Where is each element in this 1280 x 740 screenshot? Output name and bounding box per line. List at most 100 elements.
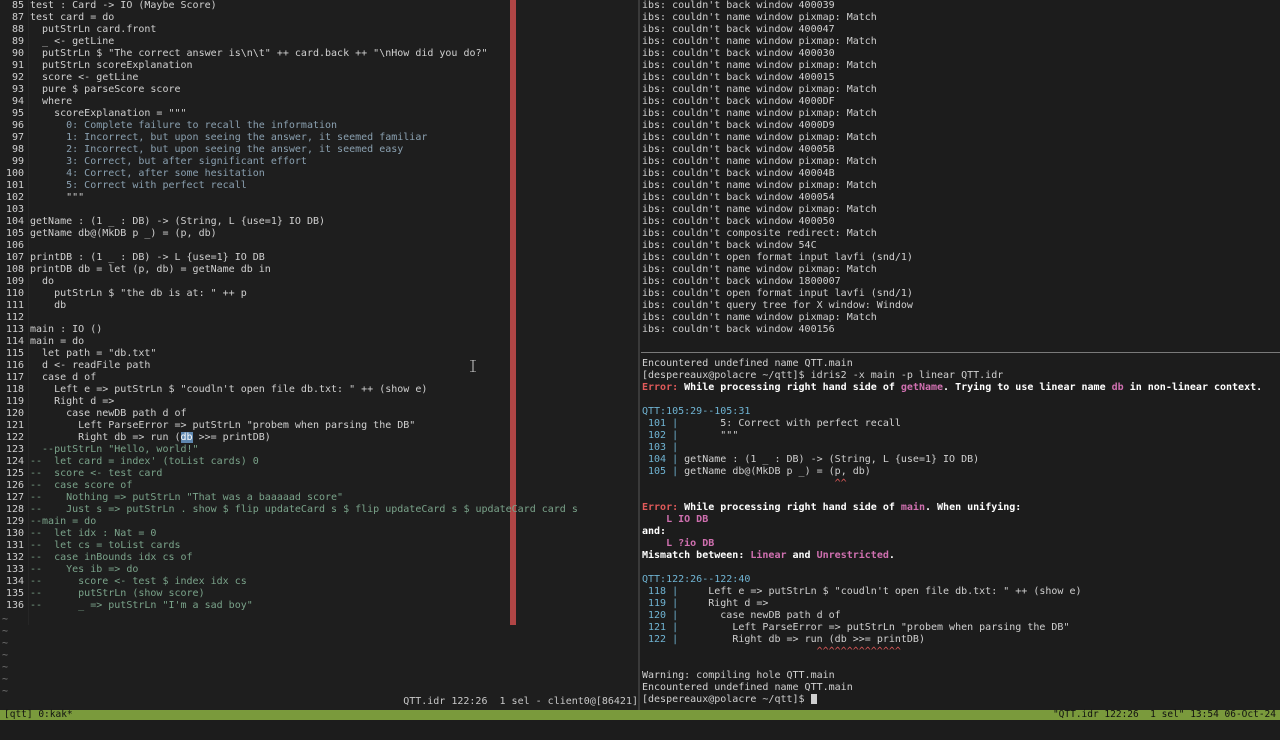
code-line[interactable]: 97 1: Incorrect, but upon seeing the ans… [0, 132, 427, 144]
editor-pane[interactable]: 85 test : Card -> IO (Maybe Score) 87 test … [0, 0, 638, 710]
line-number: 101 [5, 180, 24, 191]
line-number: 99 [11, 156, 24, 167]
mismatch-message: Mismatch between: Linear and Unrestricte… [642, 550, 895, 562]
code-line[interactable]: 115 let path = "db.txt" [0, 348, 157, 360]
code-line[interactable]: 126 -- case score of [0, 480, 132, 492]
code-line[interactable]: 121 Left ParseError => putStrLn "probem … [0, 420, 415, 432]
mismatch-text: Mismatch between: [642, 550, 751, 561]
code-line[interactable]: 125 -- score <- test card [0, 468, 163, 480]
code-line[interactable]: 100 4: Correct, after some hesitation [0, 168, 265, 180]
line-number: 98 [11, 144, 24, 155]
code-line[interactable]: 109 do [0, 276, 54, 288]
snippet-code: Left e => putStrLn $ "coudln't open file… [684, 586, 1082, 597]
code-line[interactable]: 99 3: Correct, but after significant eff… [0, 156, 307, 168]
snippet-line-number: 121 | [642, 622, 685, 633]
error-variable-name: db [1111, 382, 1124, 393]
snippet-code: case newDB path d of [684, 610, 841, 621]
terminal-output-line: ibs: couldn't name window pixmap: Match [642, 36, 877, 47]
tmux-status-right: "QTT.idr 122:26 1 sel" 13:54 06-Oct-24 [1052, 709, 1276, 720]
undefined-name-message: Encountered undefined name QTT.main [642, 358, 853, 369]
code-line[interactable]: 96 0: Complete failure to recall the inf… [0, 120, 337, 132]
code-line[interactable]: 94 where [0, 96, 72, 108]
code-line[interactable]: 136 -- _ => putStrLn "I'm a sad boy" [0, 600, 253, 612]
code-text: -- score <- test card [30, 468, 163, 479]
code-text: putStrLn $ "The correct answer is\n\t" +… [30, 48, 488, 59]
code-line[interactable]: 101 5: Correct with perfect recall [0, 180, 247, 192]
code-line[interactable]: 92 score <- getLine [0, 72, 138, 84]
mismatch-linear: Linear [750, 550, 787, 561]
code-text: scoreExplanation = """ [30, 108, 187, 119]
line-number: 130 [5, 528, 24, 539]
code-text: Right db => run (db >>= printDB) [30, 432, 271, 443]
code-line[interactable]: 89 _ <- getLine [0, 36, 114, 48]
terminal-output-line: ibs: couldn't name window pixmap: Match [642, 180, 877, 191]
code-line[interactable]: 107 printDB : (1 _ : DB) -> L {use=1} IO … [0, 252, 265, 264]
terminal-bottom-pane[interactable]: Encountered undefined name QTT.main [des… [641, 356, 1280, 710]
code-line[interactable]: 114 main = do [0, 336, 84, 348]
code-line[interactable]: 124 -- let card = index' (toList cards) 0 [0, 456, 259, 468]
line-number: 119 [5, 396, 24, 407]
code-line[interactable]: 130 -- let idx : Nat = 0 [0, 528, 157, 540]
code-line[interactable]: 105 getName db@(MkDB p _) = (p, db) [0, 228, 217, 240]
code-line[interactable]: 95 scoreExplanation = """ [0, 108, 187, 120]
code-line[interactable]: 131 -- let cs = toList cards [0, 540, 181, 552]
terminal-output-line: ibs: couldn't name window pixmap: Match [642, 60, 877, 71]
code-text: 3: Correct, but after significant effort [30, 156, 307, 167]
line-number: 116 [5, 360, 24, 371]
code-text: putStrLn card.front [30, 24, 157, 35]
snippet-line-number: 119 | [642, 598, 685, 609]
line-number: 120 [5, 408, 24, 419]
terminal-output-line: ibs: couldn't name window pixmap: Match [642, 264, 877, 275]
code-text: getName db@(MkDB p _) = (p, db) [30, 228, 217, 239]
code-line[interactable]: 85 test : Card -> IO (Maybe Score) [0, 0, 217, 12]
tmux-session-window[interactable]: [qtt] 0:kak* [4, 710, 73, 720]
terminal-top-pane[interactable]: ibs: couldn't back window 400039 ibs: cou… [641, 0, 1280, 345]
code-line[interactable]: 111 db [0, 300, 66, 312]
code-line[interactable]: 102 """ [0, 192, 84, 204]
code-line[interactable]: 119 Right d => [0, 396, 114, 408]
snippet-line: 121 | Left ParseError => putStrLn "probe… [642, 622, 1069, 634]
terminal-output-line: ibs: couldn't back window 400156 [642, 324, 835, 335]
code-line[interactable]: 113 main : IO () [0, 324, 102, 336]
code-line[interactable]: 133 -- Yes ib => do [0, 564, 138, 576]
code-line[interactable]: 132 -- case inBounds idx cs of [0, 552, 193, 564]
error-text: . Trying to use linear name [943, 382, 1112, 393]
horizontal-split[interactable] [641, 352, 1280, 353]
code-line[interactable]: 122 Right db => run (db >>= printDB) [0, 432, 271, 444]
pane-divider[interactable] [638, 0, 640, 710]
code-line[interactable]: 134 -- score <- test $ index idx cs [0, 576, 247, 588]
code-line[interactable]: 118 Left e => putStrLn $ "coudln't open … [0, 384, 427, 396]
line-number: 115 [5, 348, 24, 359]
code-line[interactable]: 116 d <- readFile path [0, 360, 150, 372]
code-line[interactable]: 123 --putStrLn "Hello, world!" [0, 444, 199, 456]
snippet-line: 103 | [642, 442, 684, 454]
code-line[interactable]: 120 case newDB path d of [0, 408, 187, 420]
code-line[interactable]: 103 [0, 204, 30, 216]
code-line[interactable]: 88 putStrLn card.front [0, 24, 156, 36]
code-line[interactable]: 117 case d of [0, 372, 96, 384]
code-line[interactable]: 108 printDB db = let (p, db) = getName db… [0, 264, 271, 276]
code-line[interactable]: 110 putStrLn $ "the db is at: " ++ p [0, 288, 247, 300]
code-line[interactable]: 128 -- Just s => putStrLn . show $ flip u… [0, 504, 578, 516]
snippet-line: 122 | Right db => run (db >>= printDB) [642, 634, 925, 646]
code-line[interactable]: 106 [0, 240, 30, 252]
error-text: in non-linear context. [1123, 382, 1263, 393]
snippet-line-number: 104 | [642, 454, 685, 465]
snippet-line: 102 | """ [642, 430, 738, 442]
code-line[interactable]: 135 -- putStrLn (show score) [0, 588, 205, 600]
code-line[interactable]: 112 [0, 312, 30, 324]
code-line[interactable]: 104 getName : (1 _ : DB) -> (String, L {u… [0, 216, 325, 228]
code-text: db [30, 300, 67, 311]
code-line[interactable]: 93 pure $ parseScore score [0, 84, 181, 96]
unify-and: and: [642, 526, 667, 537]
code-line[interactable]: 129 --main = do [0, 516, 96, 528]
code-line[interactable]: 98 2: Incorrect, but upon seeing the ans… [0, 144, 403, 156]
code-text: test : Card -> IO (Maybe Score) [30, 0, 217, 11]
code-line[interactable]: 91 putStrLn scoreExplanation [0, 60, 193, 72]
shell-prompt[interactable]: [despereaux@polacre ~/qtt]$ [642, 694, 817, 706]
code-line[interactable]: 127 -- Nothing => putStrLn "That was a ba… [0, 492, 343, 504]
terminal-cursor [810, 694, 817, 704]
code-line[interactable]: 90 putStrLn $ "The correct answer is\n\t… [0, 48, 488, 60]
code-line[interactable]: 87 test card = do [0, 12, 114, 24]
cursor-selection[interactable]: db [180, 432, 193, 443]
